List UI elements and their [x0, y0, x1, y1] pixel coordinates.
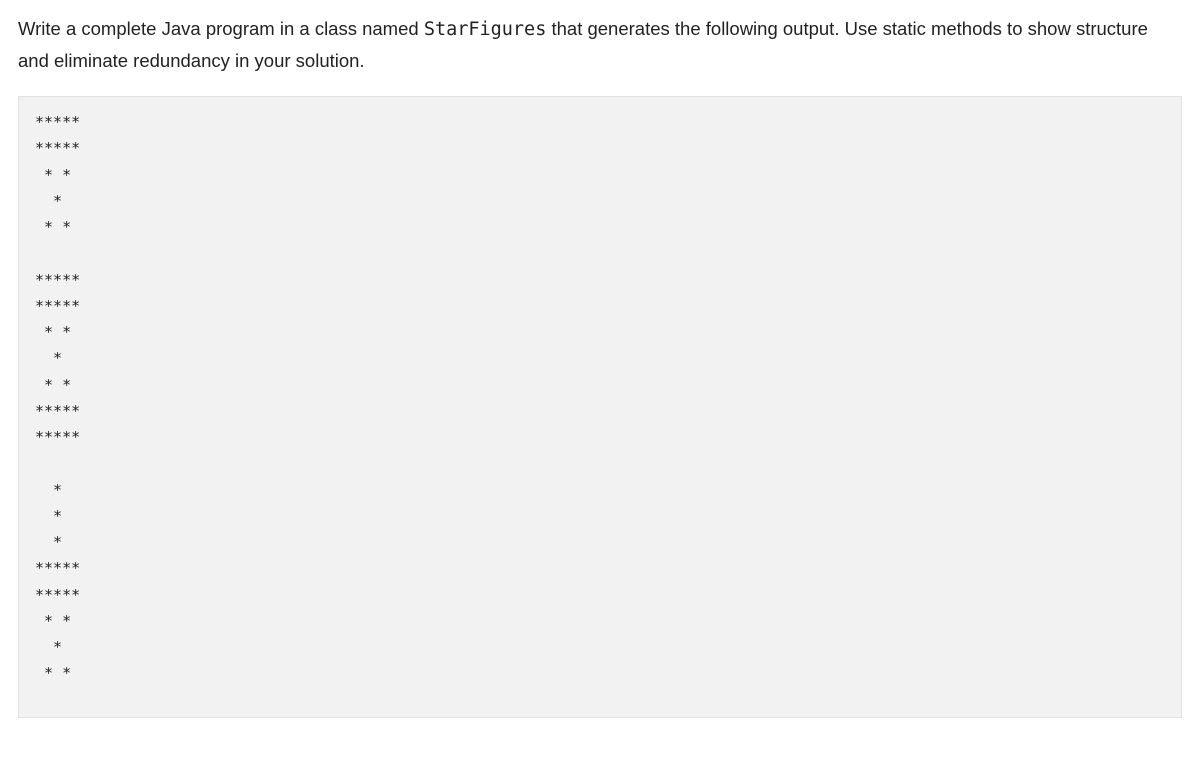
problem-prompt: Write a complete Java program in a class…	[18, 14, 1182, 76]
class-name: StarFigures	[424, 19, 547, 40]
expected-output: ***** ***** * * * * * ***** ***** * * * …	[18, 96, 1182, 718]
prompt-text-pre: Write a complete Java program in a class…	[18, 18, 424, 39]
